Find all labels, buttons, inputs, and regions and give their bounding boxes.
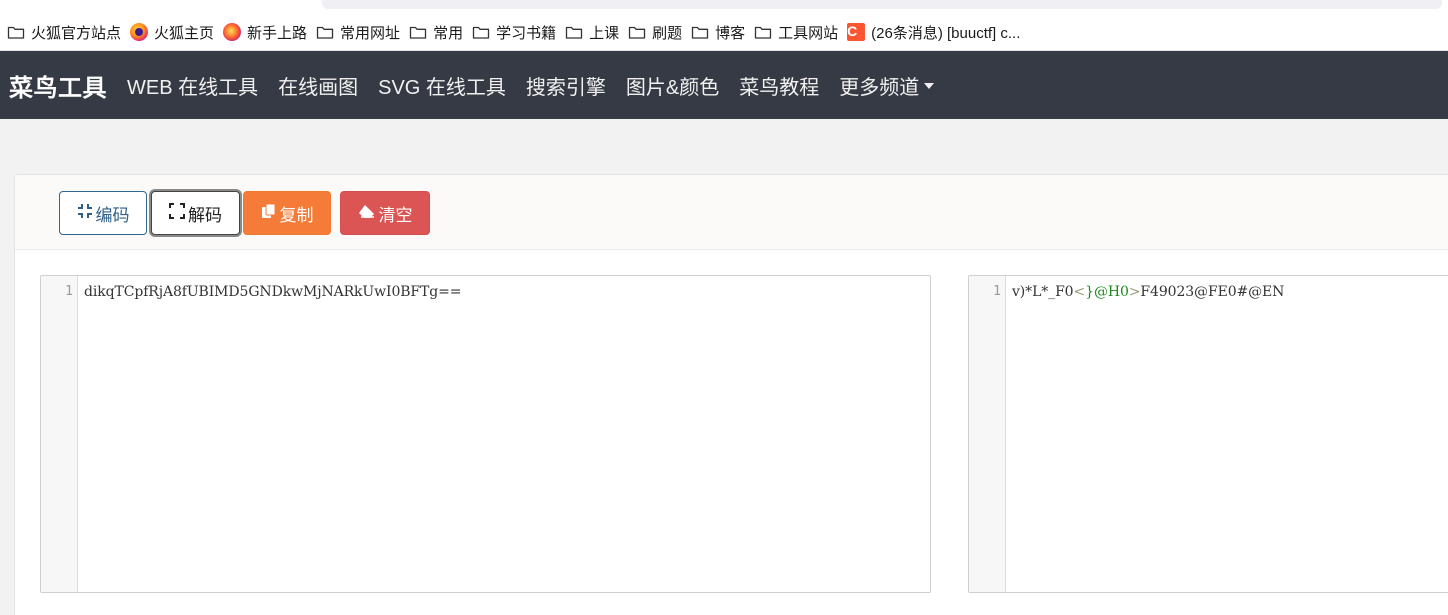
bookmark-folder[interactable]: 学习书籍 [470, 18, 563, 46]
input-editor[interactable]: 1 dikqTCpfRjA8fUBIMD5GNDkwMjNARkUwI0BFTg… [40, 275, 931, 593]
nav-item-image-color[interactable]: 图片&颜色 [626, 71, 719, 100]
bookmark-folder[interactable]: 上课 [563, 18, 626, 46]
folder-icon [628, 23, 646, 41]
bookmark-label: 博客 [715, 24, 746, 42]
bookmark-folder[interactable]: 常用网址 [314, 18, 407, 46]
folder-icon [565, 23, 583, 41]
clear-label: 清空 [378, 205, 413, 225]
url-field[interactable] [322, 0, 1442, 9]
nav-item-online-drawing[interactable]: 在线画图 [278, 71, 358, 100]
expand-icon [169, 202, 185, 224]
bookmark-label: 上课 [589, 24, 620, 42]
code-token: > [1128, 284, 1141, 300]
firefox-icon [130, 23, 149, 41]
caret-down-icon [924, 83, 935, 90]
bookmark-label: 火狐主页 [154, 24, 215, 42]
clear-button[interactable]: 清空 [340, 191, 430, 235]
nav-item-svg-tools[interactable]: SVG 在线工具 [378, 71, 506, 100]
line-number: 1 [65, 284, 73, 299]
bookmark-folder[interactable]: 博客 [689, 18, 752, 46]
bookmark-folder[interactable]: 常用 [407, 18, 470, 46]
bookmark-label: 学习书籍 [496, 24, 557, 42]
folder-icon [316, 23, 334, 41]
line-number: 1 [993, 284, 1001, 299]
folder-icon [7, 23, 25, 41]
input-code[interactable]: dikqTCpfRjA8fUBIMD5GNDkwMjNARkUwI0BFTg== [84, 284, 462, 300]
firefox-nightly-icon [223, 23, 242, 41]
bookmark-label: 常用网址 [340, 24, 401, 42]
output-editor[interactable]: 1 v)*L*_F0<}@H0>F49023@FE0#@EN [968, 275, 1448, 593]
copy-label: 复制 [279, 205, 314, 225]
output-code[interactable]: v)*L*_F0<}@H0>F49023@FE0#@EN [1012, 284, 1284, 300]
csdn-icon: C [847, 23, 866, 41]
site-navbar: 菜鸟工具 WEB 在线工具 在线画图 SVG 在线工具 搜索引擎 图片&颜色 菜… [0, 51, 1448, 119]
bookmark-label: 工具网站 [778, 24, 839, 42]
bookmark-link[interactable]: 火狐主页 [128, 18, 221, 46]
bookmark-folder[interactable]: 刷题 [626, 18, 689, 46]
bookmark-folder[interactable]: 工具网站 [752, 18, 845, 46]
folder-icon [409, 23, 427, 41]
code-token: < [1073, 284, 1086, 300]
compress-icon [77, 203, 93, 224]
code-token: }@H0 [1085, 284, 1129, 300]
bookmark-label: 常用 [433, 24, 464, 42]
bookmark-link[interactable]: C (26条消息) [buuctf] c... [845, 18, 1027, 46]
line-gutter: 1 [41, 276, 78, 592]
copy-button[interactable]: 复制 [243, 191, 331, 235]
decode-button[interactable]: 解码 [151, 191, 240, 235]
bookmarks-toolbar: 火狐官方站点 火狐主页 新手上路 常用网址 常用 学习书籍 上课 刷题 博客 工… [0, 14, 1448, 51]
bookmark-label: 刷题 [652, 24, 683, 42]
nav-item-web-tools[interactable]: WEB 在线工具 [127, 71, 258, 100]
address-bar-strip [0, 0, 1448, 14]
bookmark-label: 火狐官方站点 [31, 24, 122, 42]
bookmark-link[interactable]: 新手上路 [221, 18, 314, 46]
nav-item-tutorial[interactable]: 菜鸟教程 [739, 71, 819, 100]
copy-icon [261, 203, 277, 224]
bookmark-label: 新手上路 [247, 24, 308, 42]
folder-icon [754, 23, 772, 41]
code-token: F49023@FE0#@EN [1140, 284, 1285, 300]
tool-panel: 编码 解码 复制 清空 1 dikqTCpfRjA8fUBIMD5GNDkwMj… [14, 174, 1448, 615]
eraser-icon [358, 203, 376, 224]
bookmark-label: (26条消息) [buuctf] c... [871, 24, 1021, 42]
nav-item-more-channels[interactable]: 更多频道 [839, 71, 935, 100]
decode-label: 解码 [188, 205, 222, 225]
line-gutter: 1 [969, 276, 1006, 592]
nav-more-label: 更多频道 [839, 76, 920, 99]
action-toolbar: 编码 解码 复制 清空 [15, 175, 1448, 250]
folder-icon [691, 23, 709, 41]
browser-window: 火狐官方站点 火狐主页 新手上路 常用网址 常用 学习书籍 上课 刷题 博客 工… [0, 0, 1448, 615]
site-brand[interactable]: 菜鸟工具 [9, 68, 107, 103]
folder-icon [472, 23, 490, 41]
bookmark-folder[interactable]: 火狐官方站点 [5, 18, 128, 46]
encode-label: 编码 [95, 205, 130, 225]
encode-button[interactable]: 编码 [59, 191, 147, 235]
code-token: v)*L*_F0 [1012, 284, 1074, 300]
nav-item-search-engine[interactable]: 搜索引擎 [526, 71, 606, 100]
